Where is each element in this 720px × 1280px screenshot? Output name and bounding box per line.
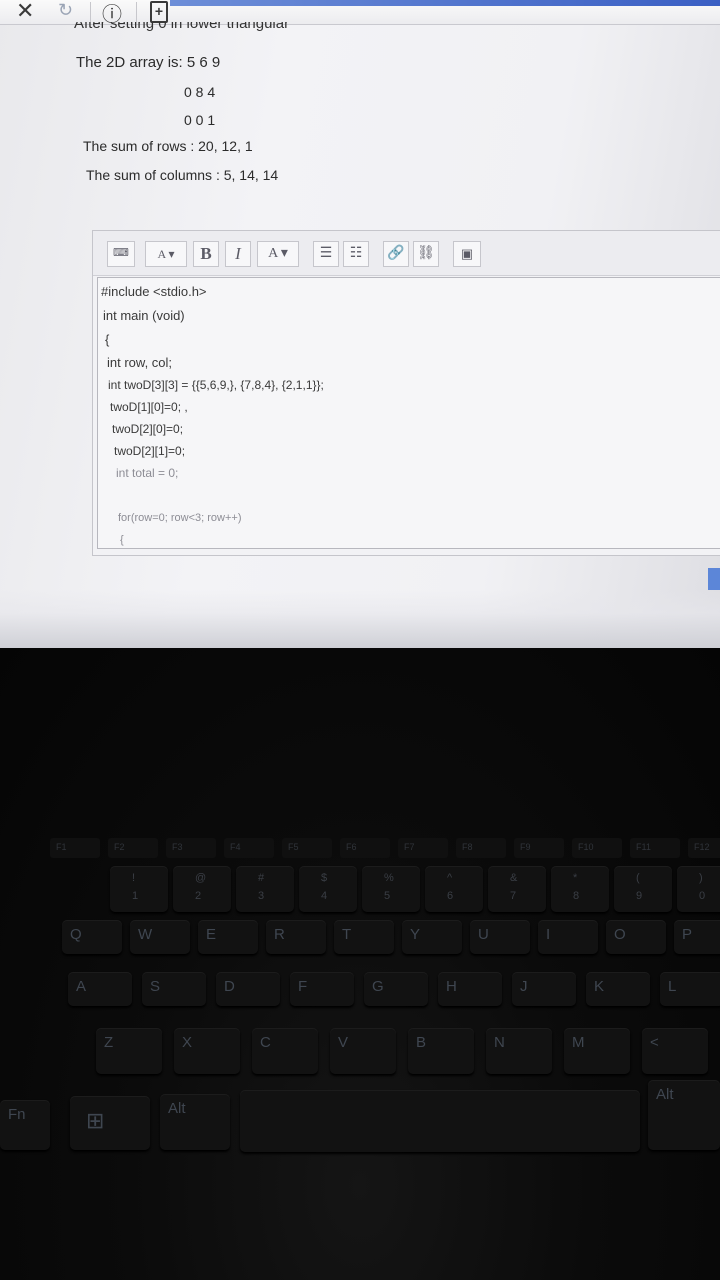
- function-key[interactable]: F7: [398, 838, 448, 858]
- letter-key-c[interactable]: C: [252, 1028, 318, 1074]
- alt-right-key[interactable]: Alt: [648, 1080, 720, 1150]
- letter-key-j[interactable]: J: [512, 972, 576, 1006]
- letter-key-n[interactable]: N: [486, 1028, 552, 1074]
- number-key[interactable]: (9: [614, 866, 672, 912]
- link-icon[interactable]: 🔗: [383, 241, 409, 267]
- letter-key-g[interactable]: G: [364, 972, 428, 1006]
- text-color-button[interactable]: A ▾: [257, 241, 299, 267]
- screen-bottom-glare: [0, 590, 720, 648]
- code-textarea[interactable]: #include <stdio.h> int main (void) { int…: [97, 277, 720, 549]
- bold-button[interactable]: B: [193, 241, 219, 267]
- letter-key-r[interactable]: R: [266, 920, 326, 954]
- letter-key-i[interactable]: I: [538, 920, 598, 954]
- number-key[interactable]: ^ 6: [425, 866, 483, 912]
- number-key[interactable]: #3: [236, 866, 294, 912]
- numbered-list-icon[interactable]: ☷: [343, 241, 369, 267]
- code-line: int row, col;: [107, 355, 173, 370]
- code-line: twoD[2][1]=0;: [114, 444, 186, 458]
- letter-key-w[interactable]: W: [130, 920, 190, 954]
- function-key[interactable]: F2: [108, 838, 158, 858]
- letter-key-l[interactable]: L: [660, 972, 720, 1006]
- letter-key-y[interactable]: Y: [402, 920, 462, 954]
- new-page-icon[interactable]: +: [150, 1, 168, 23]
- code-line: {: [120, 534, 124, 546]
- code-line: int total = 0;: [116, 466, 179, 480]
- bullet-list-icon[interactable]: ☰: [313, 241, 339, 267]
- number-key[interactable]: @2: [173, 866, 231, 912]
- code-line: #include <stdio.h>: [101, 284, 207, 299]
- unlink-icon[interactable]: ⛓: [413, 241, 439, 267]
- letter-key-f[interactable]: F: [290, 972, 354, 1006]
- letter-key-o[interactable]: O: [606, 920, 666, 954]
- array-row-3: 0 0 1: [184, 112, 216, 128]
- laptop-screen: ✕ ↻ ⓘ + After setting 0 in lower triangu…: [0, 0, 720, 648]
- number-key[interactable]: $4: [299, 866, 357, 912]
- code-line: twoD[1][0]=0; ,: [110, 400, 188, 414]
- function-key[interactable]: F10: [572, 838, 622, 858]
- function-key[interactable]: F8: [456, 838, 506, 858]
- cut-heading: After setting 0 in lower triangular: [74, 22, 290, 32]
- function-key[interactable]: F6: [340, 838, 390, 858]
- function-key[interactable]: F3: [166, 838, 216, 858]
- letter-key-t[interactable]: T: [334, 920, 394, 954]
- letter-key-a[interactable]: A: [68, 972, 132, 1006]
- letter-key-v[interactable]: V: [330, 1028, 396, 1074]
- letter-key-s[interactable]: S: [142, 972, 206, 1006]
- letter-key-h[interactable]: H: [438, 972, 502, 1006]
- fn-key[interactable]: Fn: [0, 1100, 50, 1150]
- windows-key[interactable]: ⊞: [70, 1096, 150, 1150]
- submit-button-edge[interactable]: [708, 568, 720, 590]
- function-key[interactable]: F1: [50, 838, 100, 858]
- letter-key-q[interactable]: Q: [62, 920, 122, 954]
- italic-button[interactable]: I: [225, 241, 251, 267]
- function-key[interactable]: F12: [688, 838, 720, 858]
- keyboard-icon[interactable]: ⌨: [107, 241, 135, 267]
- code-line: {: [105, 332, 110, 347]
- code-line: int twoD[3][3] = {{5,6,9,}, {7,8,4}, {2,…: [108, 378, 324, 392]
- image-icon[interactable]: ▣: [453, 241, 481, 267]
- letter-key-m[interactable]: M: [564, 1028, 630, 1074]
- number-key[interactable]: * 8: [551, 866, 609, 912]
- accent-bar: [170, 0, 720, 6]
- array-label: The 2D array is: 5 6 9: [76, 54, 221, 71]
- letter-key-u[interactable]: U: [470, 920, 530, 954]
- number-key[interactable]: ) 0: [677, 866, 720, 912]
- letter-key-k[interactable]: K: [586, 972, 650, 1006]
- editor-toolbar: ⌨ A ▾ B I A ▾ ☰ ☷ 🔗 ⛓ ▣: [93, 231, 720, 276]
- number-key[interactable]: % 5: [362, 866, 420, 912]
- letter-key-<[interactable]: <: [642, 1028, 708, 1074]
- code-line: int main (void): [103, 308, 185, 323]
- space-bar[interactable]: [240, 1090, 640, 1152]
- column-sum-text: The sum of columns : 5, 14, 14: [86, 167, 279, 183]
- function-key[interactable]: F4: [224, 838, 274, 858]
- letter-key-x[interactable]: X: [174, 1028, 240, 1074]
- alt-left-key[interactable]: Alt: [160, 1094, 230, 1150]
- code-line: twoD[2][0]=0;: [112, 422, 184, 436]
- toolbar-divider: [136, 2, 137, 22]
- windows-icon: ⊞: [86, 1108, 105, 1133]
- number-key[interactable]: & 7: [488, 866, 546, 912]
- function-key[interactable]: F11: [630, 838, 680, 858]
- close-icon[interactable]: ✕: [16, 0, 34, 24]
- answer-editor: ⌨ A ▾ B I A ▾ ☰ ☷ 🔗 ⛓ ▣ #include <stdio.…: [92, 230, 720, 556]
- function-key[interactable]: F5: [282, 838, 332, 858]
- letter-key-b[interactable]: B: [408, 1028, 474, 1074]
- function-key[interactable]: F9: [514, 838, 564, 858]
- letter-key-e[interactable]: E: [198, 920, 258, 954]
- toolbar-divider: [90, 2, 91, 22]
- letter-key-d[interactable]: D: [216, 972, 280, 1006]
- font-size-button[interactable]: A ▾: [145, 241, 187, 267]
- letter-key-z[interactable]: Z: [96, 1028, 162, 1074]
- array-row-2: 0 8 4: [184, 84, 216, 100]
- code-line: for(row=0; row<3; row++): [118, 512, 242, 524]
- keyboard-area: [0, 648, 720, 1280]
- row-sum-text: The sum of rows : 20, 12, 1: [83, 138, 253, 154]
- letter-key-p[interactable]: P: [674, 920, 720, 954]
- number-key[interactable]: ! 1: [110, 866, 168, 912]
- reload-icon[interactable]: ↻: [58, 0, 73, 21]
